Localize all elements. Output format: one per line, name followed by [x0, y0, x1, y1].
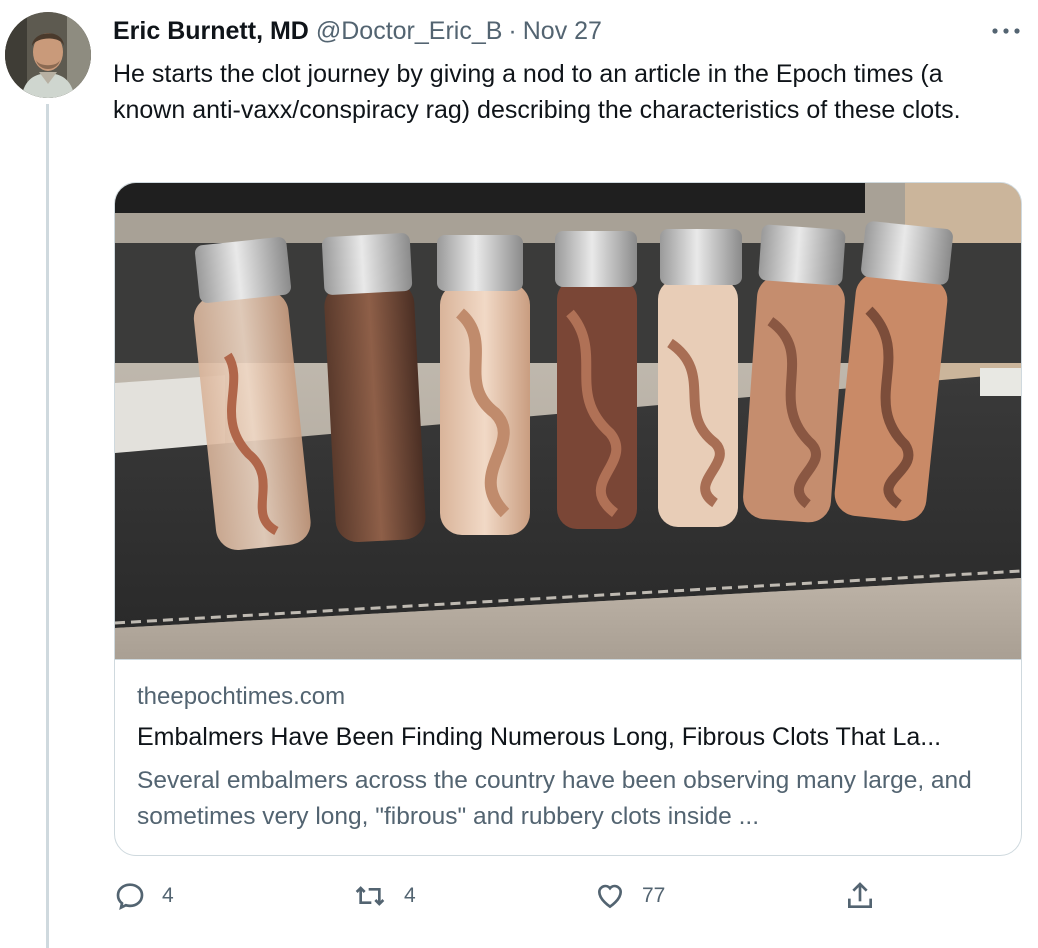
card-image — [115, 183, 1021, 659]
like-count: 77 — [642, 884, 666, 907]
vial-3 — [437, 235, 530, 535]
vial-5 — [658, 229, 742, 527]
author-handle[interactable]: @Doctor_Eric_B — [316, 17, 503, 46]
author-name[interactable]: Eric Burnett, MD — [113, 17, 309, 46]
retweet-icon — [355, 886, 385, 906]
tweet-header: Eric Burnett, MD @Doctor_Eric_B · Nov 27 — [113, 14, 602, 48]
thread-line — [46, 104, 49, 948]
share-button[interactable] — [844, 878, 876, 914]
more-icon[interactable] — [990, 16, 1022, 46]
card-title: Embalmers Have Been Finding Numerous Lon… — [137, 723, 942, 751]
avatar-photo — [5, 12, 91, 98]
retweet-count: 4 — [404, 884, 416, 907]
heart-icon — [597, 884, 623, 909]
separator: · — [508, 16, 517, 45]
avatar[interactable] — [5, 12, 91, 98]
retweet-button[interactable]: 4 — [352, 878, 416, 914]
like-button[interactable]: 77 — [594, 878, 665, 914]
tweet-date[interactable]: Nov 27 — [523, 17, 602, 46]
tweet-text: He starts the clot journey by giving a n… — [113, 60, 961, 124]
share-icon — [848, 882, 872, 908]
vial-2 — [322, 233, 426, 543]
card-domain: theepochtimes.com — [137, 683, 346, 710]
card-description: Several embalmers across the country hav… — [137, 767, 972, 830]
card-divider — [115, 659, 1021, 660]
reply-count: 4 — [162, 884, 174, 907]
vial-4 — [555, 231, 637, 529]
link-card[interactable]: theepochtimes.com Embalmers Have Been Fi… — [114, 182, 1022, 856]
reply-button[interactable]: 4 — [114, 878, 174, 914]
reply-icon — [116, 883, 144, 911]
